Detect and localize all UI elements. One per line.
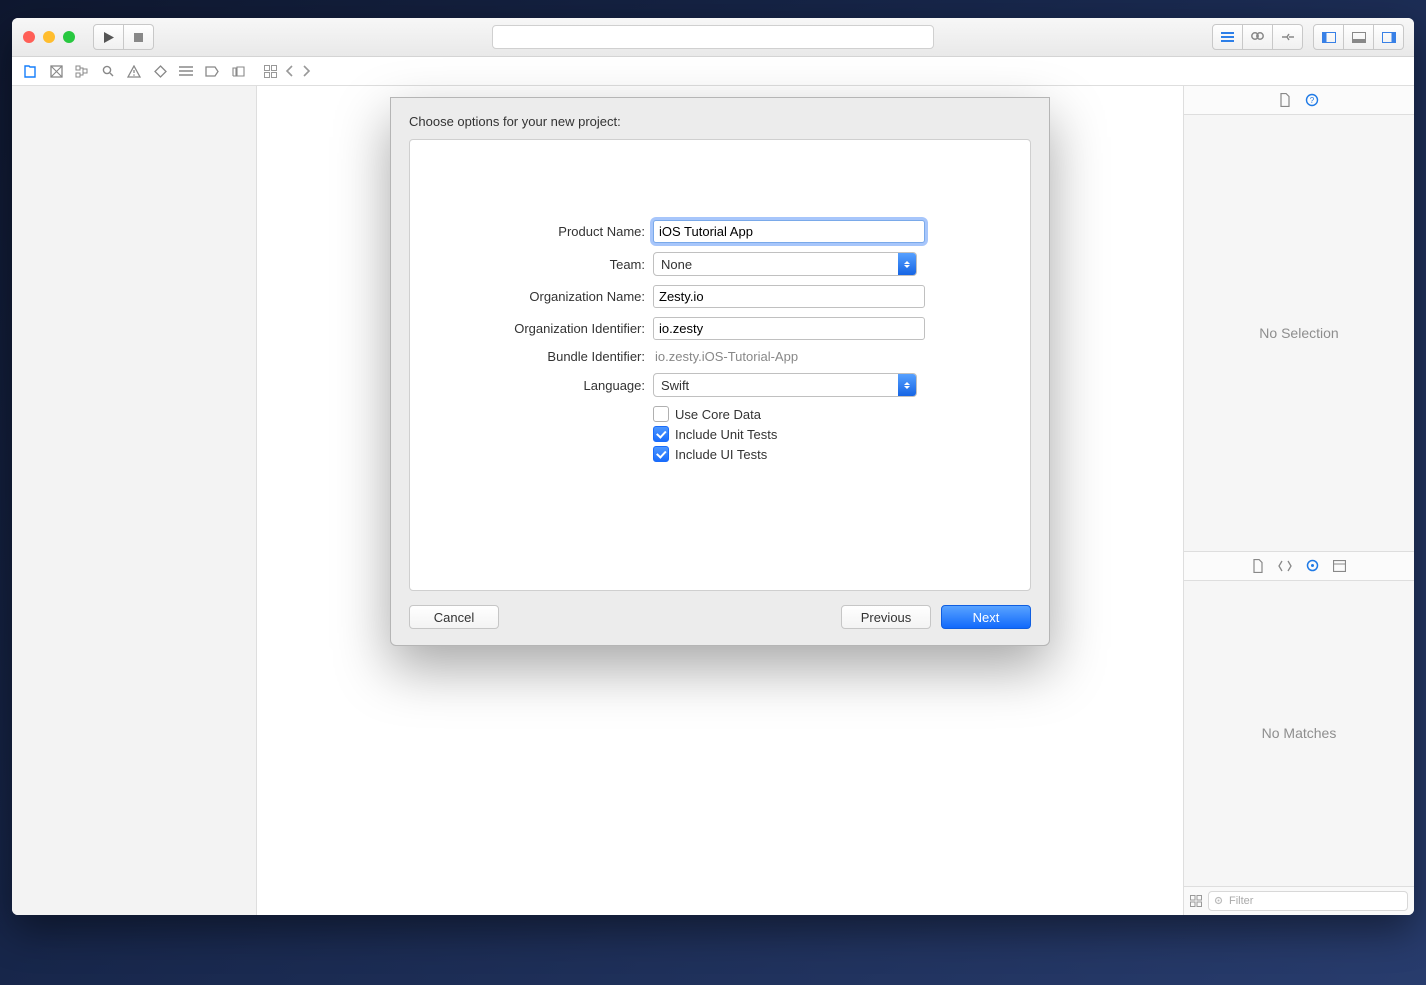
no-matches-text: No Matches xyxy=(1262,725,1337,741)
panel-toggle-segment xyxy=(1313,24,1404,50)
file-inspector-icon[interactable] xyxy=(1279,93,1291,107)
svg-text:?: ? xyxy=(1310,96,1315,105)
source-control-navigator-icon[interactable] xyxy=(48,63,64,79)
include-ui-tests-label: Include UI Tests xyxy=(675,447,767,462)
quick-help-icon[interactable]: ? xyxy=(1305,93,1319,107)
issue-navigator-icon[interactable] xyxy=(126,63,142,79)
team-select[interactable]: None xyxy=(653,252,917,276)
chevron-updown-icon xyxy=(898,374,916,396)
chevron-updown-icon xyxy=(898,253,916,275)
stop-button[interactable] xyxy=(124,24,154,50)
traffic-lights xyxy=(23,31,75,43)
titlebar xyxy=(12,18,1414,57)
run-stop-segment xyxy=(93,24,154,50)
library-content: No Matches xyxy=(1184,581,1414,886)
report-navigator-icon[interactable] xyxy=(230,63,246,79)
org-id-input[interactable] xyxy=(653,317,925,340)
zoom-window-button[interactable] xyxy=(63,31,75,43)
include-unit-tests-label: Include Unit Tests xyxy=(675,427,777,442)
window-body: Choose options for your new project: Pro… xyxy=(12,86,1414,915)
sheet-heading: Choose options for your new project: xyxy=(409,114,1031,129)
no-selection-text: No Selection xyxy=(1259,325,1338,341)
toggle-debug-button[interactable] xyxy=(1344,24,1374,50)
activity-viewer xyxy=(492,25,934,49)
language-select[interactable]: Swift xyxy=(653,373,917,397)
forward-button[interactable] xyxy=(302,65,311,77)
org-id-label: Organization Identifier: xyxy=(440,321,653,336)
previous-button[interactable]: Previous xyxy=(841,605,931,629)
grid-view-icon[interactable] xyxy=(1190,895,1202,907)
related-items-icon[interactable] xyxy=(264,65,277,78)
bundle-id-label: Bundle Identifier: xyxy=(440,349,653,364)
use-core-data-label: Use Core Data xyxy=(675,407,761,422)
assistant-editor-button[interactable] xyxy=(1243,24,1273,50)
library-tabs xyxy=(1184,551,1414,581)
new-project-options-sheet: Choose options for your new project: Pro… xyxy=(390,97,1050,646)
org-name-input[interactable] xyxy=(653,285,925,308)
version-editor-button[interactable] xyxy=(1273,24,1303,50)
editor-mode-segment xyxy=(1212,24,1303,50)
navigator-panel xyxy=(12,86,257,915)
language-label: Language: xyxy=(440,378,653,393)
back-button[interactable] xyxy=(285,65,294,77)
object-library-icon[interactable] xyxy=(1306,559,1319,572)
next-button[interactable]: Next xyxy=(941,605,1031,629)
library-footer: Filter xyxy=(1184,886,1414,915)
debug-navigator-icon[interactable] xyxy=(178,63,194,79)
desktop: Choose options for your new project: Pro… xyxy=(0,0,1426,985)
standard-editor-button[interactable] xyxy=(1212,24,1243,50)
media-library-icon[interactable] xyxy=(1333,560,1346,572)
checkbox-icon xyxy=(653,446,669,462)
code-snippet-library-icon[interactable] xyxy=(1278,560,1292,572)
file-template-library-icon[interactable] xyxy=(1252,559,1264,573)
breakpoint-navigator-icon[interactable] xyxy=(204,63,220,79)
team-select-value: None xyxy=(654,257,692,272)
bundle-id-value: io.zesty.iOS-Tutorial-App xyxy=(653,349,798,364)
utilities-panel: ? No Selection No Matches xyxy=(1183,86,1414,915)
symbol-navigator-icon[interactable] xyxy=(74,63,90,79)
use-core-data-checkbox[interactable]: Use Core Data xyxy=(653,406,1000,422)
run-button[interactable] xyxy=(93,24,124,50)
inspector-content: No Selection xyxy=(1184,115,1414,551)
sheet-content: Product Name: Team: None Organization Na… xyxy=(409,139,1031,591)
product-name-input[interactable] xyxy=(653,220,925,243)
close-window-button[interactable] xyxy=(23,31,35,43)
cancel-button[interactable]: Cancel xyxy=(409,605,499,629)
editor-area: Choose options for your new project: Pro… xyxy=(257,86,1183,915)
checkbox-icon xyxy=(653,406,669,422)
inspector-tabs: ? xyxy=(1184,86,1414,115)
product-name-label: Product Name: xyxy=(440,224,653,239)
toggle-navigator-button[interactable] xyxy=(1313,24,1344,50)
include-unit-tests-checkbox[interactable]: Include Unit Tests xyxy=(653,426,1000,442)
project-navigator-icon[interactable] xyxy=(22,63,38,79)
editor-path-bar xyxy=(256,65,311,78)
team-label: Team: xyxy=(440,257,653,272)
test-navigator-icon[interactable] xyxy=(152,63,168,79)
library-filter-input[interactable]: Filter xyxy=(1208,891,1408,911)
include-ui-tests-checkbox[interactable]: Include UI Tests xyxy=(653,446,1000,462)
checkbox-icon xyxy=(653,426,669,442)
org-name-label: Organization Name: xyxy=(440,289,653,304)
toggle-utilities-button[interactable] xyxy=(1374,24,1404,50)
minimize-window-button[interactable] xyxy=(43,31,55,43)
xcode-window: Choose options for your new project: Pro… xyxy=(12,18,1414,915)
navigator-toolbar xyxy=(12,57,1414,86)
filter-placeholder: Filter xyxy=(1229,895,1253,907)
filter-icon xyxy=(1214,896,1225,907)
language-select-value: Swift xyxy=(654,378,689,393)
find-navigator-icon[interactable] xyxy=(100,63,116,79)
